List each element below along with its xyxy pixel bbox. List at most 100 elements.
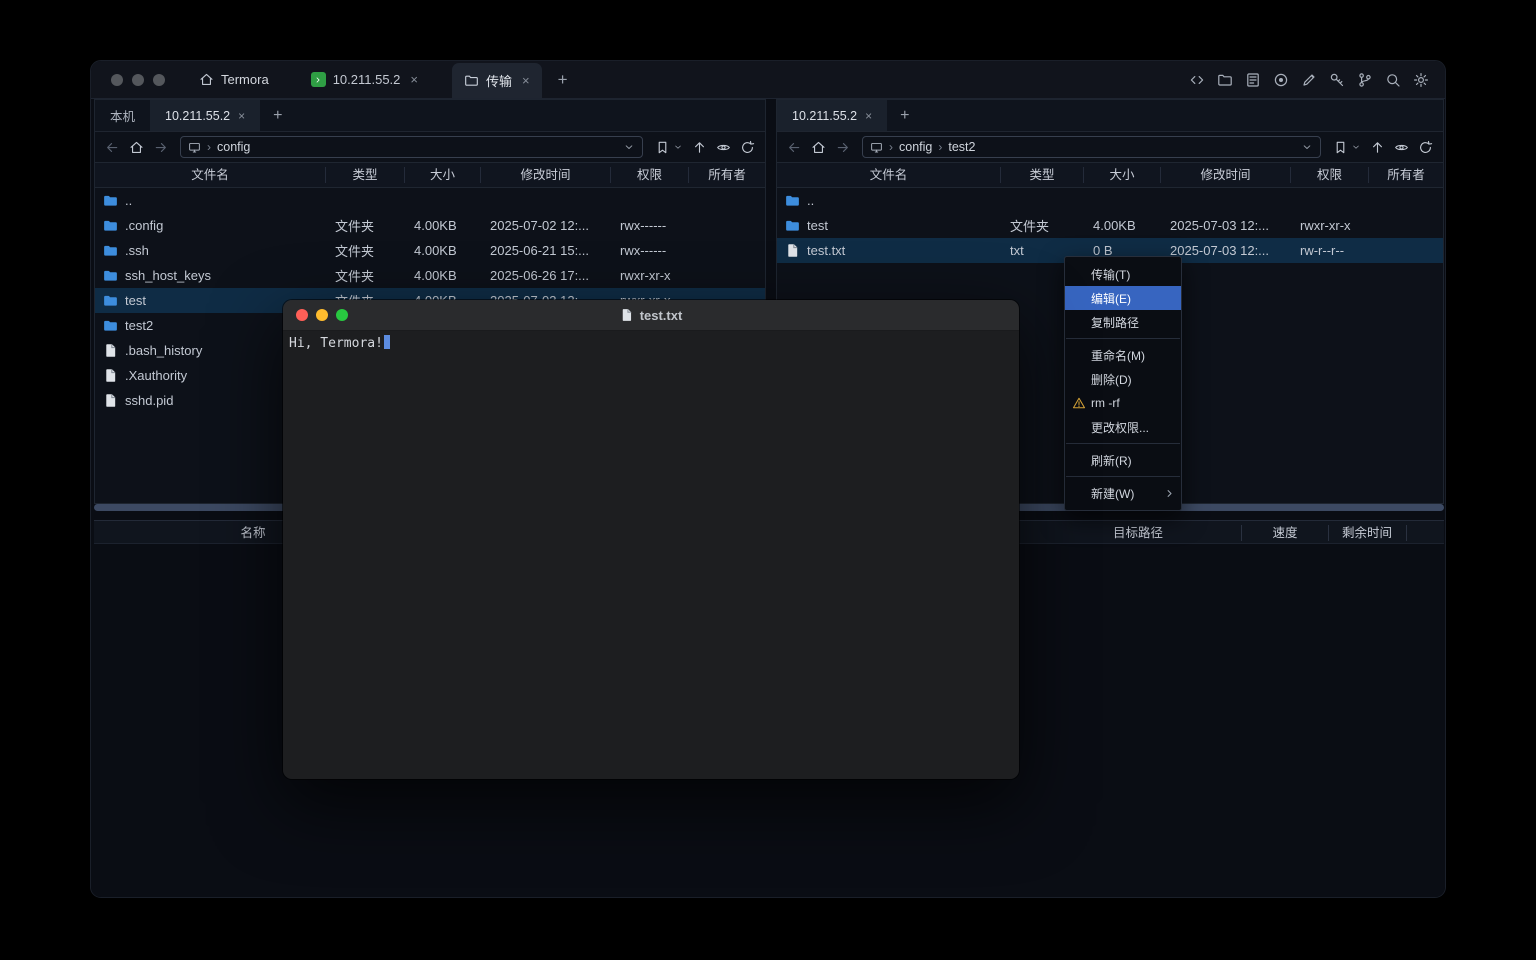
bookmark-icon[interactable] <box>655 140 670 155</box>
close-window-button[interactable] <box>111 74 123 86</box>
file-icon <box>103 343 118 358</box>
column-header-owner[interactable]: 所有者 <box>689 167 765 183</box>
add-pane-tab-button[interactable]: + <box>887 100 922 131</box>
file-icon <box>785 243 800 258</box>
menu-item-copy-path[interactable]: 复制路径 <box>1065 310 1181 334</box>
column-separator <box>1328 525 1329 541</box>
titlebar-actions <box>1189 72 1445 88</box>
column-header-type[interactable]: 类型 <box>326 167 405 183</box>
column-header-owner[interactable]: 所有者 <box>1369 167 1443 183</box>
menu-item-refresh[interactable]: 刷新(R) <box>1065 448 1181 472</box>
pane-tab-session[interactable]: 10.211.55.2 × <box>150 100 260 131</box>
breadcrumb-separator: › <box>207 140 211 154</box>
path-segment[interactable]: config <box>217 140 250 154</box>
menu-item-rename[interactable]: 重命名(M) <box>1065 343 1181 367</box>
transfer-column-eta: 剩余时间 <box>1342 521 1392 545</box>
branch-icon[interactable] <box>1357 72 1373 88</box>
left-pane-toolbar: › config <box>95 132 765 162</box>
session-tab[interactable]: 10.211.55.2 × <box>299 61 430 99</box>
back-icon[interactable] <box>105 140 120 155</box>
bookmark-icon[interactable] <box>1333 140 1348 155</box>
close-tab-icon[interactable]: × <box>238 109 245 123</box>
close-tab-icon[interactable]: × <box>410 72 418 87</box>
new-tab-button[interactable]: + <box>558 70 568 90</box>
menu-item-change-permissions[interactable]: 更改权限... <box>1065 415 1181 439</box>
column-header-type[interactable]: 类型 <box>1001 167 1084 183</box>
path-segment[interactable]: config <box>899 140 932 154</box>
menu-item-transfer[interactable]: 传输(T) <box>1065 262 1181 286</box>
folder-icon <box>103 268 118 283</box>
parent-directory-icon[interactable] <box>692 140 707 155</box>
column-header-name[interactable]: 文件名 <box>95 167 326 183</box>
path-breadcrumb[interactable]: › config › test2 <box>862 136 1321 158</box>
home-icon[interactable] <box>811 140 826 155</box>
column-header-mtime[interactable]: 修改时间 <box>481 167 611 183</box>
minimize-window-button[interactable] <box>316 309 328 321</box>
refresh-icon[interactable] <box>1418 140 1433 155</box>
home-tab[interactable]: Termora <box>199 72 269 87</box>
key-icon[interactable] <box>1329 72 1345 88</box>
edit-icon[interactable] <box>1301 72 1317 88</box>
pane-tab-local[interactable]: 本机 <box>95 100 150 131</box>
column-header-perm[interactable]: 权限 <box>1291 167 1369 183</box>
back-icon[interactable] <box>787 140 802 155</box>
traffic-lights <box>296 309 348 321</box>
parent-directory-icon[interactable] <box>1370 140 1385 155</box>
breadcrumb-separator: › <box>938 140 942 154</box>
show-hidden-files-icon[interactable] <box>1394 140 1409 155</box>
session-tab-label: 10.211.55.2 <box>333 72 401 87</box>
file-row[interactable]: test 文件夹4.00KB2025-07-03 12:...rwxr-xr-x <box>777 213 1443 238</box>
record-icon[interactable] <box>1273 72 1289 88</box>
folder-icon <box>103 293 118 308</box>
home-icon[interactable] <box>129 140 144 155</box>
transfer-column-target: 目标路径 <box>1113 521 1163 545</box>
log-icon[interactable] <box>1245 72 1261 88</box>
editor-content[interactable]: Hi, Termora! <box>283 331 1019 779</box>
folder-icon[interactable] <box>1217 72 1233 88</box>
titlebar: Termora 10.211.55.2 × 传输 × + <box>91 61 1445 99</box>
chevron-down-icon[interactable] <box>623 141 635 153</box>
chevron-down-icon[interactable] <box>1351 142 1361 152</box>
menu-item-new[interactable]: 新建(W) <box>1065 481 1181 505</box>
forward-icon[interactable] <box>835 140 850 155</box>
menu-separator <box>1066 443 1180 444</box>
add-pane-tab-button[interactable]: + <box>260 100 295 131</box>
path-segment[interactable]: test2 <box>948 140 975 154</box>
forward-icon[interactable] <box>153 140 168 155</box>
menu-item-delete[interactable]: 删除(D) <box>1065 367 1181 391</box>
transfer-tab[interactable]: 传输 × <box>452 63 542 98</box>
file-row[interactable]: ssh_host_keys 文件夹4.00KB2025-06-26 17:...… <box>95 263 765 288</box>
search-icon[interactable] <box>1385 72 1401 88</box>
settings-icon[interactable] <box>1413 72 1429 88</box>
left-pane-tabs: 本机 10.211.55.2 × + <box>95 100 765 132</box>
text-cursor <box>384 335 390 349</box>
code-icon[interactable] <box>1189 72 1205 88</box>
column-header-size[interactable]: 大小 <box>405 167 481 183</box>
column-header-size[interactable]: 大小 <box>1084 167 1161 183</box>
menu-item-edit[interactable]: 编辑(E) <box>1065 286 1181 310</box>
path-breadcrumb[interactable]: › config <box>180 136 643 158</box>
close-tab-icon[interactable]: × <box>865 109 872 123</box>
right-pane-tabs: 10.211.55.2 × + <box>777 100 1443 132</box>
file-row[interactable]: .. <box>95 188 765 213</box>
pane-tab-session[interactable]: 10.211.55.2 × <box>777 100 887 131</box>
show-hidden-files-icon[interactable] <box>716 140 731 155</box>
file-row[interactable]: .config 文件夹4.00KB2025-07-02 12:...rwx---… <box>95 213 765 238</box>
zoom-window-button[interactable] <box>153 74 165 86</box>
refresh-icon[interactable] <box>740 140 755 155</box>
close-tab-icon[interactable]: × <box>522 73 530 88</box>
file-row[interactable]: .ssh 文件夹4.00KB2025-06-21 15:...rwx------ <box>95 238 765 263</box>
column-header-mtime[interactable]: 修改时间 <box>1161 167 1291 183</box>
menu-item-rm-rf[interactable]: rm -rf <box>1065 391 1181 415</box>
column-header-name[interactable]: 文件名 <box>777 167 1001 183</box>
chevron-down-icon[interactable] <box>673 142 683 152</box>
minimize-window-button[interactable] <box>132 74 144 86</box>
transfer-column-speed: 速度 <box>1272 521 1297 545</box>
column-header-perm[interactable]: 权限 <box>611 167 689 183</box>
chevron-down-icon[interactable] <box>1301 141 1313 153</box>
computer-icon <box>870 141 883 154</box>
folder-icon <box>103 243 118 258</box>
zoom-window-button[interactable] <box>336 309 348 321</box>
file-row[interactable]: .. <box>777 188 1443 213</box>
close-window-button[interactable] <box>296 309 308 321</box>
